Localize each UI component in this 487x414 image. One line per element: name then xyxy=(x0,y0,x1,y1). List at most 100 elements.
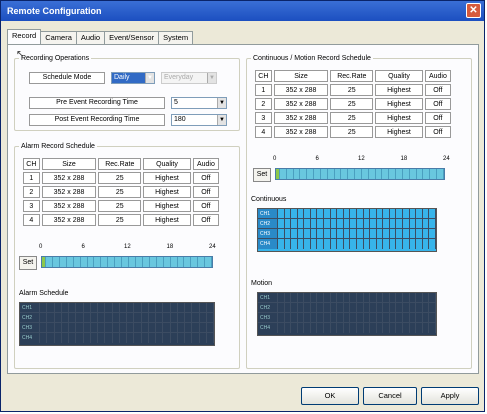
hour-cell[interactable] xyxy=(205,257,213,267)
schedule-cell[interactable] xyxy=(357,219,364,228)
schedule-cell[interactable] xyxy=(178,323,185,332)
schedule-cell[interactable] xyxy=(304,209,311,218)
schedule-cell[interactable] xyxy=(278,229,285,238)
schedule-cell[interactable] xyxy=(344,219,351,228)
hour-cell[interactable] xyxy=(108,257,116,267)
schedule-cell[interactable] xyxy=(278,293,285,302)
schedule-cell[interactable] xyxy=(350,303,357,312)
schedule-cell[interactable] xyxy=(285,303,292,312)
schedule-cell[interactable] xyxy=(337,229,344,238)
schedule-cell[interactable] xyxy=(311,293,318,302)
hour-cell[interactable] xyxy=(376,169,383,179)
table-cell[interactable]: 352 x 288 xyxy=(273,84,329,96)
schedule-cell[interactable] xyxy=(370,293,377,302)
schedule-cell[interactable] xyxy=(278,323,285,333)
schedule-cell[interactable] xyxy=(317,239,325,249)
schedule-cell[interactable] xyxy=(192,323,200,332)
schedule-cell[interactable] xyxy=(370,219,377,228)
schedule-cell[interactable] xyxy=(105,333,113,343)
schedule-cell[interactable] xyxy=(298,313,305,322)
schedule-cell[interactable] xyxy=(47,333,55,343)
schedule-cell[interactable] xyxy=(331,219,338,228)
schedule-cell[interactable] xyxy=(423,303,430,312)
schedule-cell[interactable] xyxy=(291,209,298,218)
schedule-cell[interactable] xyxy=(337,313,344,322)
hour-cell[interactable] xyxy=(101,257,109,267)
table-cell[interactable]: Highest xyxy=(375,98,423,110)
table-cell[interactable]: Highest xyxy=(143,214,191,226)
schedule-cell[interactable] xyxy=(304,303,311,312)
schedule-cell[interactable] xyxy=(304,293,311,302)
hour-cell[interactable] xyxy=(178,257,185,267)
schedule-cell[interactable] xyxy=(390,209,397,218)
schedule-cell[interactable] xyxy=(278,313,285,322)
schedule-cell[interactable] xyxy=(69,323,77,332)
schedule-cell[interactable] xyxy=(304,313,311,322)
schedule-cell[interactable] xyxy=(120,313,127,322)
schedule-cell[interactable] xyxy=(429,293,436,302)
schedule-cell[interactable] xyxy=(364,303,371,312)
alarm-set-button[interactable]: Set xyxy=(19,256,37,270)
table-cell[interactable]: Off xyxy=(424,84,451,96)
schedule-cell[interactable] xyxy=(149,303,156,312)
schedule-cell[interactable] xyxy=(76,333,84,343)
schedule-cell[interactable] xyxy=(377,313,384,322)
schedule-cell[interactable] xyxy=(383,219,390,228)
tab-audio[interactable]: Audio xyxy=(75,31,106,44)
schedule-cell[interactable] xyxy=(113,313,120,322)
schedule-cell[interactable] xyxy=(324,323,331,333)
schedule-cell[interactable] xyxy=(403,293,410,302)
table-cell[interactable]: 352 x 288 xyxy=(273,126,329,138)
hour-cell[interactable] xyxy=(307,169,315,179)
table-cell[interactable]: 25 xyxy=(330,126,374,138)
schedule-cell[interactable] xyxy=(364,209,371,218)
schedule-cell[interactable] xyxy=(200,313,207,322)
table-cell[interactable]: 1 xyxy=(255,84,272,96)
schedule-cell[interactable] xyxy=(317,303,325,312)
schedule-cell[interactable] xyxy=(171,313,178,322)
continuous-set-button[interactable]: Set xyxy=(253,168,271,182)
hour-cell[interactable] xyxy=(74,257,81,267)
schedule-cell[interactable] xyxy=(377,323,384,333)
schedule-cell[interactable] xyxy=(113,323,120,332)
hour-cell[interactable] xyxy=(81,257,88,267)
hour-cell[interactable] xyxy=(94,257,102,267)
schedule-cell[interactable] xyxy=(163,333,171,343)
schedule-cell[interactable] xyxy=(390,323,397,333)
schedule-cell[interactable] xyxy=(377,209,384,218)
schedule-cell[interactable] xyxy=(291,219,298,228)
hour-cell[interactable] xyxy=(314,169,321,179)
schedule-cell[interactable] xyxy=(120,333,127,343)
schedule-cell[interactable] xyxy=(304,229,311,238)
schedule-cell[interactable] xyxy=(200,303,207,312)
schedule-cell[interactable] xyxy=(40,303,48,312)
schedule-cell[interactable] xyxy=(416,209,423,218)
schedule-cell[interactable] xyxy=(410,239,417,249)
schedule-cell[interactable] xyxy=(396,229,403,238)
schedule-cell[interactable] xyxy=(350,219,357,228)
schedule-cell[interactable] xyxy=(344,293,351,302)
schedule-cell[interactable] xyxy=(285,293,292,302)
schedule-cell[interactable] xyxy=(377,229,384,238)
schedule-cell[interactable] xyxy=(200,323,207,332)
schedule-cell[interactable] xyxy=(364,219,371,228)
schedule-cell[interactable] xyxy=(149,313,156,322)
hour-cell[interactable] xyxy=(348,169,356,179)
table-cell[interactable]: 25 xyxy=(98,172,142,184)
table-cell[interactable]: 352 x 288 xyxy=(41,200,97,212)
schedule-day-select[interactable]: Everyday ▼ xyxy=(161,72,217,84)
hour-cell[interactable] xyxy=(191,257,199,267)
schedule-cell[interactable] xyxy=(410,229,417,238)
schedule-cell[interactable] xyxy=(178,313,185,322)
schedule-cell[interactable] xyxy=(370,209,377,218)
schedule-cell[interactable] xyxy=(285,219,292,228)
schedule-cell[interactable] xyxy=(423,293,430,302)
hour-cell[interactable] xyxy=(53,257,60,267)
hour-cell[interactable] xyxy=(389,169,397,179)
schedule-cell[interactable] xyxy=(337,293,344,302)
schedule-cell[interactable] xyxy=(357,293,364,302)
schedule-cell[interactable] xyxy=(207,303,214,312)
schedule-cell[interactable] xyxy=(344,303,351,312)
table-cell[interactable]: Highest xyxy=(143,172,191,184)
schedule-cell[interactable] xyxy=(331,313,338,322)
